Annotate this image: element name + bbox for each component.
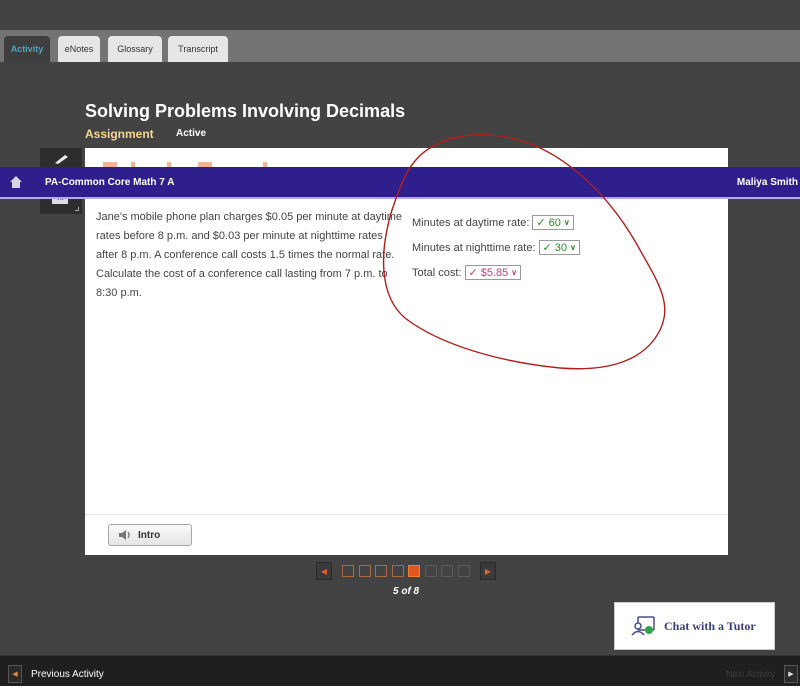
tab-glossary[interactable]: Glossary	[108, 36, 162, 62]
selected-value: $5.85	[480, 266, 509, 279]
previous-activity-label: Previous Activity	[31, 668, 104, 680]
answer-label: Minutes at daytime rate:	[412, 216, 530, 229]
answer-row-nighttime: Minutes at nighttime rate: ✓ 30 ∨	[412, 235, 580, 260]
pager-page-8[interactable]	[457, 565, 470, 577]
pager-page-1[interactable]	[342, 565, 354, 577]
pager-next-button[interactable]: ▶	[480, 562, 496, 580]
answer-row-daytime: Minutes at daytime rate: ✓ 60 ∨	[412, 210, 580, 235]
activity-navigation-bar: ◀ Previous Activity Next Activity ▶	[0, 655, 800, 686]
chat-with-tutor-button[interactable]: Chat with a Tutor	[614, 602, 775, 650]
chevron-down-icon: ∨	[511, 268, 518, 277]
selected-value: 30	[554, 241, 567, 254]
pager-page-6[interactable]	[424, 565, 437, 577]
tab-enotes[interactable]: eNotes	[58, 36, 100, 62]
home-icon[interactable]	[9, 175, 23, 189]
arrow-right-icon: ▶	[784, 665, 798, 683]
answers-panel: Minutes at daytime rate: ✓ 60 ∨ Minutes …	[412, 210, 580, 285]
user-name[interactable]: Maliya Smith	[737, 177, 798, 188]
daytime-minutes-select[interactable]: ✓ 60 ∨	[532, 215, 574, 230]
check-icon: ✓	[536, 217, 546, 229]
browser-top-strip	[0, 0, 800, 30]
total-cost-select[interactable]: ✓ $5.85 ∨	[464, 265, 522, 280]
assignment-label: Assignment	[85, 127, 154, 141]
page-title: Solving Problems Involving Decimals	[85, 101, 406, 121]
arrow-left-icon: ◀	[8, 665, 22, 683]
pager-page-2[interactable]	[358, 565, 371, 577]
tab-bar: Activity eNotes Glossary Transcript	[0, 30, 800, 62]
problem-text: Jane's mobile phone plan charges $0.05 p…	[96, 211, 403, 299]
pager-page-3[interactable]	[375, 565, 387, 577]
status-label: Active	[176, 128, 207, 139]
pager-page-5[interactable]	[408, 565, 420, 577]
next-activity-label: Next Activity	[725, 669, 775, 679]
tab-transcript[interactable]: Transcript	[168, 36, 228, 62]
check-icon: ✓	[468, 267, 478, 279]
pager-prev-button[interactable]: ◀	[316, 562, 332, 580]
resize-handle-icon[interactable]	[75, 207, 79, 211]
pager-page-4[interactable]	[391, 565, 404, 577]
nighttime-minutes-select[interactable]: ✓ 30 ∨	[538, 240, 580, 255]
course-bar-user-area: Maliya Smith	[728, 167, 800, 199]
course-bar: PA-Common Core Math 7 A	[0, 167, 728, 199]
speaker-icon	[119, 530, 130, 540]
page-navigator: ◀ ▶	[316, 562, 500, 580]
check-icon: ✓	[542, 242, 552, 254]
intro-label: Intro	[138, 529, 161, 541]
answer-row-total: Total cost: ✓ $5.85 ∨	[412, 260, 580, 285]
chevron-down-icon: ∨	[569, 243, 576, 252]
chevron-down-icon: ∨	[563, 218, 570, 227]
selected-value: 60	[548, 216, 561, 229]
answer-label: Minutes at nighttime rate:	[412, 241, 536, 254]
pencil-icon[interactable]	[53, 154, 69, 164]
tab-activity[interactable]: Activity	[4, 36, 50, 62]
previous-activity-button[interactable]: ◀ Previous Activity	[8, 665, 104, 683]
tutor-chat-icon	[631, 616, 655, 636]
intro-button[interactable]: Intro	[108, 524, 192, 546]
card-divider	[85, 514, 728, 515]
page-count: 5 of 8	[393, 586, 420, 597]
pager-page-7[interactable]	[441, 565, 453, 577]
answer-label: Total cost:	[412, 266, 462, 279]
course-title[interactable]: PA-Common Core Math 7 A	[45, 177, 174, 188]
chat-label: Chat with a Tutor	[664, 618, 756, 633]
next-activity-button[interactable]: Next Activity ▶	[726, 665, 798, 683]
